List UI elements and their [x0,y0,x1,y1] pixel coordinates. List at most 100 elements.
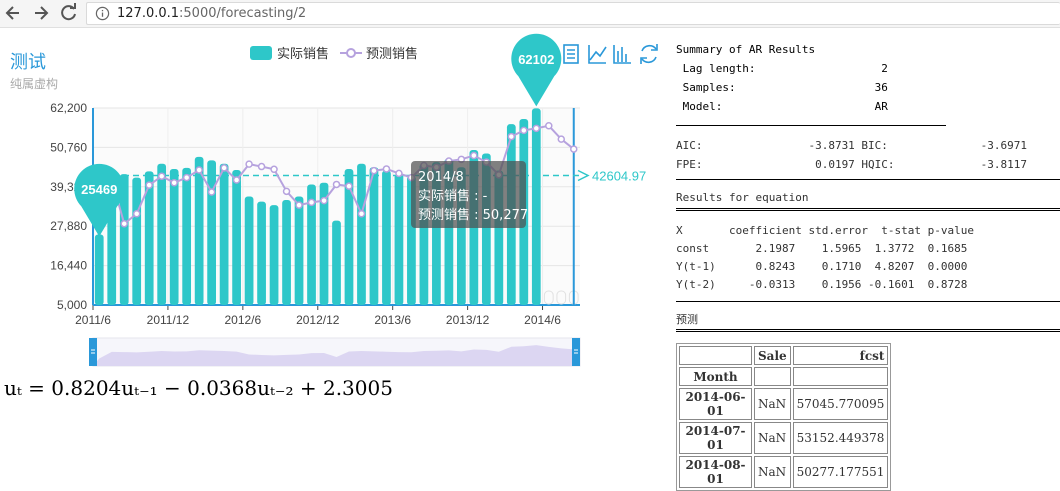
reload-icon[interactable] [59,3,79,23]
browser-toolbar: 127.0.0.1:5000/forecasting/2 [0,0,1060,28]
forecast-point [195,166,203,174]
bar [269,205,279,305]
forecast-point [270,165,278,174]
row-sale: NaN [754,456,791,488]
data-zoom-slider[interactable] [89,337,581,367]
chart-legend: 实际销售 预测销售 [250,46,418,62]
forecast-point [257,162,266,171]
table-index-row: Month [679,367,889,386]
x-tick-label: 2014/6 [524,313,561,327]
forecast-point [357,209,366,218]
bar [369,167,379,305]
lag-length-line: Lag length: 2 [676,62,888,75]
row-month: 2014-07-01 [679,422,752,454]
x-tick-label: 2013/12 [446,313,490,327]
empty-cell [754,367,791,386]
max-mark-pin [511,33,562,107]
divider-rule [676,179,1060,180]
fpe-line: FPE: 0.0197 HQIC: -3.8117 [676,158,1027,171]
forecast-point [332,180,341,189]
ar-summary: Summary of AR Results Lag length: 2 Samp… [676,40,1060,116]
legend-forecast-label: 预测销售 [366,46,418,62]
table-row: 2014-08-01 NaN 50277.177551 [679,456,889,488]
bar [219,163,229,305]
forward-arrow-icon[interactable] [31,3,51,23]
forecast-point [145,181,153,189]
forecast-point [545,122,553,130]
row-fcst: 50277.177551 [792,456,889,488]
bar-chart-icon[interactable] [613,45,631,64]
bar [132,177,142,305]
bar [257,201,266,305]
back-arrow-icon[interactable] [3,3,23,23]
forecast-point [295,201,303,209]
bar [332,220,341,305]
forecast-chart: 测试 纯属虚构 62,200 50,760 39,320 27,880 16,440 5,… [0,29,670,384]
y-tick-label: 62,200 [50,101,87,115]
forecast-point [232,176,241,184]
ar-formula: uₜ = 0.8204uₜ₋₁ − 0.0368uₜ₋₂ + 2.3005 [4,376,393,400]
coef-header: X coefficient std.error t-stat p-value [676,224,975,237]
model-line: Model: AR [676,100,888,113]
row-month: 2014-08-01 [679,456,752,488]
restore-arcs [641,44,657,64]
col-header-sale: Sale [754,346,791,365]
forecast-point [532,124,541,133]
table-row: 2014-06-01 NaN 57045.770095 [679,388,889,420]
chart-tooltip: 2014/8 实际销售 : - 预测销售 : 50,277 [411,161,529,228]
bar [357,163,366,305]
forecast-point [132,209,141,218]
forecast-point [220,164,228,172]
x-tick-label: 2012/12 [296,313,340,327]
tooltip-title: 2014/8 [418,170,464,185]
address-bar[interactable]: 127.0.0.1:5000/forecasting/2 [86,2,1060,25]
restore-icon[interactable] [640,44,658,64]
x-tick-label: 2013/6 [374,313,411,327]
y-tick-label: 27,880 [50,219,87,233]
bar [182,167,192,305]
table-row: 2014-07-01 NaN 53152.449378 [679,422,889,454]
legend-bar-swatch [250,46,272,60]
forecast-point [507,132,516,141]
forecast-point [182,173,191,182]
bar [194,156,204,305]
min-mark-pin-label: 25469 [81,182,117,197]
average-label: 42604.97 [592,168,646,183]
url-text: 127.0.0.1:5000/forecasting/2 [117,6,306,21]
forecast-point [307,198,316,207]
line-chart-shape [588,45,607,64]
row-month: 2014-06-01 [679,388,752,420]
forecast-point [382,165,391,173]
bar-chart-shape [613,45,631,64]
aic-line: AIC: -3.8731 BIC: -3.6971 [676,139,1027,152]
bar [244,196,254,305]
forecast-point [282,187,291,196]
forecast-point [395,169,403,178]
bar [294,196,304,305]
index-name: Month [679,367,752,386]
forecast-point [320,196,328,205]
forecast-point [570,145,578,153]
divider-rule [676,301,1060,302]
forecast-point [370,166,378,175]
y-tick-label: 50,760 [50,140,87,154]
bar [94,234,104,305]
tooltip-actual: 实际销售 : - [418,189,488,204]
divider-rule [676,125,946,126]
forecast-point [170,178,178,187]
forecast-point [120,219,128,228]
forecast-point [557,135,566,143]
double-rule [676,329,1060,332]
row-sale: NaN [754,388,791,420]
chart-canvas: 62,20050,76039,32027,88016,4405,0002011/… [50,33,658,367]
x-tick-label: 2012/6 [224,313,261,327]
data-view-icon[interactable] [563,44,579,64]
info-icon[interactable] [95,6,110,21]
chart-toolbox [563,44,658,64]
row-fcst: 57045.770095 [792,388,889,420]
coef-table: const 2.1987 1.5965 1.3772 0.1685 Y(t-1)… [676,240,967,294]
tooltip-forecast: 预测销售 : 50,277 [418,208,529,223]
forecast-point [207,188,216,196]
bar [232,169,241,305]
line-chart-icon[interactable] [588,45,607,64]
